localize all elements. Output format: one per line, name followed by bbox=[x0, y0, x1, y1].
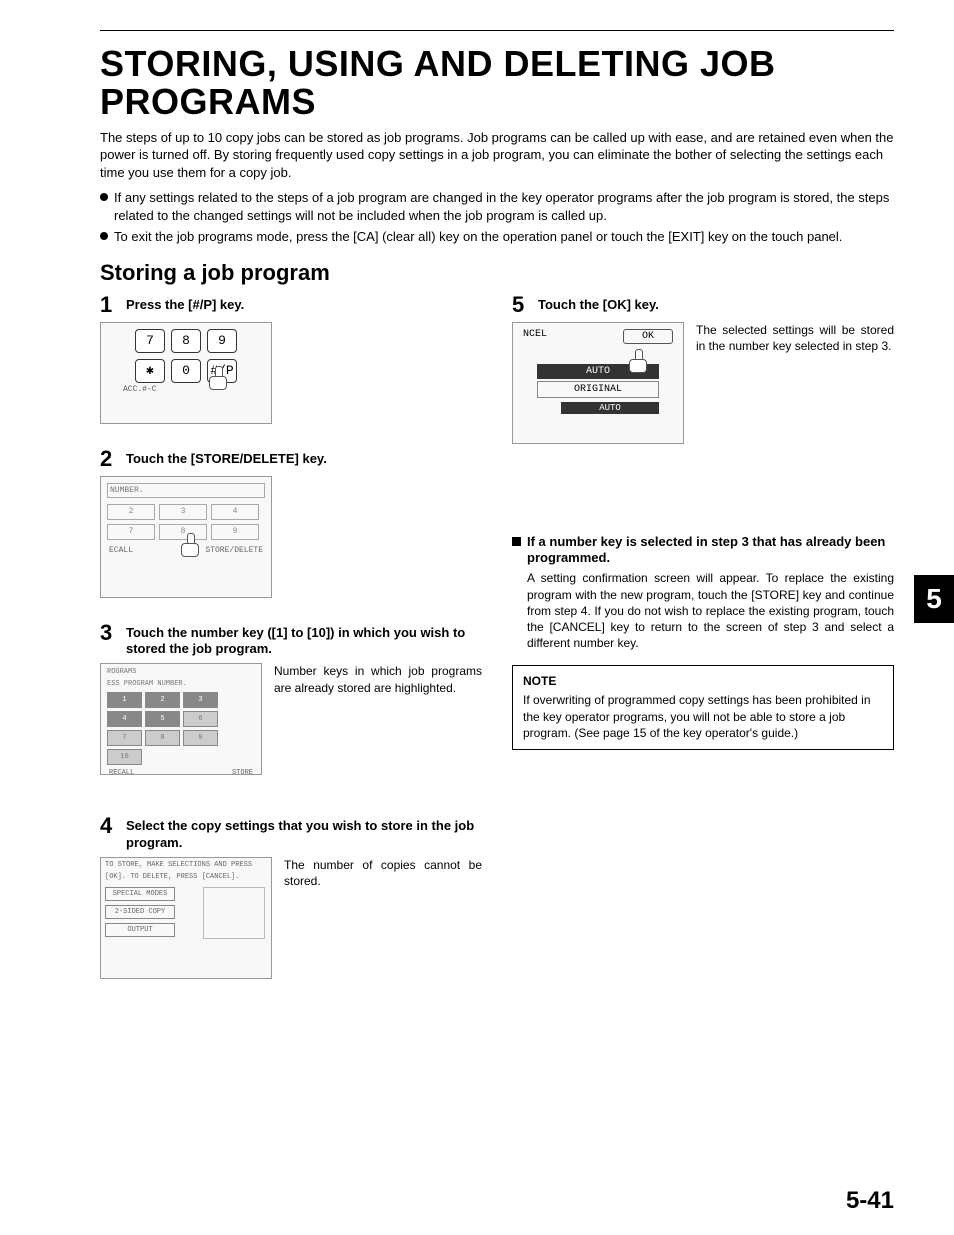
prog-cell: 7 bbox=[107, 730, 142, 746]
panel-text: ESS PROGRAM NUMBER. bbox=[101, 676, 261, 688]
step-5-row: NCEL OK AUTO ORIGINAL AUTO The selected … bbox=[512, 322, 894, 444]
step-4-body: The number of copies cannot be stored. bbox=[284, 857, 482, 889]
ok-button: OK bbox=[623, 329, 673, 344]
step-number: 5 bbox=[512, 294, 530, 316]
page: STORING, USING AND DELETING JOB PROGRAMS… bbox=[0, 0, 954, 1235]
keypad-key-7: 7 bbox=[135, 329, 165, 353]
num-cell: 3 bbox=[159, 504, 207, 520]
step-3-row: ROGRAMS ESS PROGRAM NUMBER. 1 2 3 4 5 6 … bbox=[100, 663, 482, 775]
panel-text: ROGRAMS bbox=[101, 664, 261, 676]
panel-text: TO STORE, MAKE SELECTIONS AND PRESS bbox=[101, 858, 271, 870]
prog-cell: 10 bbox=[107, 749, 142, 765]
keypad-key-8: 8 bbox=[171, 329, 201, 353]
original-label: ORIGINAL bbox=[537, 381, 659, 398]
note-title: NOTE bbox=[523, 674, 883, 688]
step-number: 4 bbox=[100, 815, 118, 837]
keypad-figure: 7 8 9 ✱ 0 #/P ACC.#-C bbox=[100, 322, 272, 424]
num-cell: 2 bbox=[107, 504, 155, 520]
prog-cell: 9 bbox=[183, 730, 218, 746]
two-column-layout: 1 Press the [#/P] key. 7 8 9 ✱ 0 #/P ACC… bbox=[100, 292, 894, 979]
prog-cell: 5 bbox=[145, 711, 180, 727]
prog-cell: 3 bbox=[183, 692, 218, 708]
keypad-acc-label: ACC.#-C bbox=[101, 385, 271, 394]
step-2: 2 Touch the [STORE/DELETE] key. bbox=[100, 448, 482, 470]
copier-icon bbox=[203, 887, 265, 939]
note-box: NOTE If overwriting of programmed copy s… bbox=[512, 665, 894, 750]
keypad-key-star: ✱ bbox=[135, 359, 165, 383]
store-delete-figure: NUMBER. 2 3 4 7 8 9 ECALL STORE/DELETE bbox=[100, 476, 272, 598]
num-cell: 7 bbox=[107, 524, 155, 540]
store-delete-label: STORE/DELETE bbox=[205, 546, 263, 555]
prog-cell: 6 bbox=[183, 711, 218, 727]
step-title: Touch the [OK] key. bbox=[538, 297, 659, 313]
keypad-key-9: 9 bbox=[207, 329, 237, 353]
panel-text: [OK]. TO DELETE, PRESS [CANCEL]. bbox=[101, 870, 271, 882]
intro-bullets: If any settings related to the steps of … bbox=[100, 189, 894, 246]
step-1: 1 Press the [#/P] key. bbox=[100, 294, 482, 316]
step-number: 1 bbox=[100, 294, 118, 316]
sub-body: A setting confirmation screen will appea… bbox=[512, 570, 894, 651]
two-sided-copy-button: 2-SIDED COPY bbox=[105, 905, 175, 919]
num-cell: 9 bbox=[211, 524, 259, 540]
step-number: 2 bbox=[100, 448, 118, 470]
page-title: STORING, USING AND DELETING JOB PROGRAMS bbox=[100, 45, 894, 121]
keypad-key-0: 0 bbox=[171, 359, 201, 383]
step-5-body: The selected settings will be stored in … bbox=[696, 322, 894, 354]
prog-cell: 4 bbox=[107, 711, 142, 727]
sub-heading: If a number key is selected in step 3 th… bbox=[512, 534, 894, 567]
chapter-tab: 5 bbox=[914, 575, 954, 623]
recall-label: RECALL bbox=[109, 769, 134, 777]
special-modes-button: SPECIAL MODES bbox=[105, 887, 175, 901]
intro-paragraph: The steps of up to 10 copy jobs can be s… bbox=[100, 129, 894, 182]
sub-heading-text: If a number key is selected in step 3 th… bbox=[527, 534, 894, 567]
prog-cell: 8 bbox=[145, 730, 180, 746]
square-bullet-icon bbox=[512, 537, 521, 546]
prog-cell: 2 bbox=[145, 692, 180, 708]
store-label: STORE bbox=[232, 769, 253, 777]
step-3-body: Number keys in which job programs are al… bbox=[274, 663, 482, 695]
pointer-hand-icon bbox=[209, 366, 227, 390]
program-number-figure: ROGRAMS ESS PROGRAM NUMBER. 1 2 3 4 5 6 … bbox=[100, 663, 262, 775]
step-4: 4 Select the copy settings that you wish… bbox=[100, 815, 482, 851]
cancel-fragment: NCEL bbox=[523, 329, 547, 344]
top-rule bbox=[100, 30, 894, 31]
output-button: OUTPUT bbox=[105, 923, 175, 937]
auto-label-2: AUTO bbox=[561, 402, 659, 414]
bullet-item: To exit the job programs mode, press the… bbox=[100, 228, 894, 246]
section-heading: Storing a job program bbox=[100, 260, 894, 286]
step-4-row: TO STORE, MAKE SELECTIONS AND PRESS [OK]… bbox=[100, 857, 482, 979]
step-3: 3 Touch the number key ([1] to [10]) in … bbox=[100, 622, 482, 658]
ok-panel-figure: NCEL OK AUTO ORIGINAL AUTO bbox=[512, 322, 684, 444]
step-title: Press the [#/P] key. bbox=[126, 297, 244, 313]
prog-cell: 1 bbox=[107, 692, 142, 708]
step-number: 3 bbox=[100, 622, 118, 644]
bullet-item: If any settings related to the steps of … bbox=[100, 189, 894, 224]
right-column: 5 Touch the [OK] key. NCEL OK AUTO ORIGI… bbox=[512, 292, 894, 979]
step-title: Select the copy settings that you wish t… bbox=[126, 818, 482, 851]
step-title: Touch the [STORE/DELETE] key. bbox=[126, 451, 327, 467]
step-5: 5 Touch the [OK] key. bbox=[512, 294, 894, 316]
note-body: If overwriting of programmed copy settin… bbox=[523, 692, 883, 741]
num-cell: 4 bbox=[211, 504, 259, 520]
recall-label: ECALL bbox=[109, 546, 133, 555]
left-column: 1 Press the [#/P] key. 7 8 9 ✱ 0 #/P ACC… bbox=[100, 292, 482, 979]
page-number: 5-41 bbox=[846, 1187, 894, 1215]
panel-header: NUMBER. bbox=[107, 483, 265, 498]
pointer-hand-icon bbox=[629, 349, 647, 373]
step-title: Touch the number key ([1] to [10]) in wh… bbox=[126, 625, 482, 658]
copy-settings-figure: TO STORE, MAKE SELECTIONS AND PRESS [OK]… bbox=[100, 857, 272, 979]
pointer-hand-icon bbox=[181, 533, 199, 557]
